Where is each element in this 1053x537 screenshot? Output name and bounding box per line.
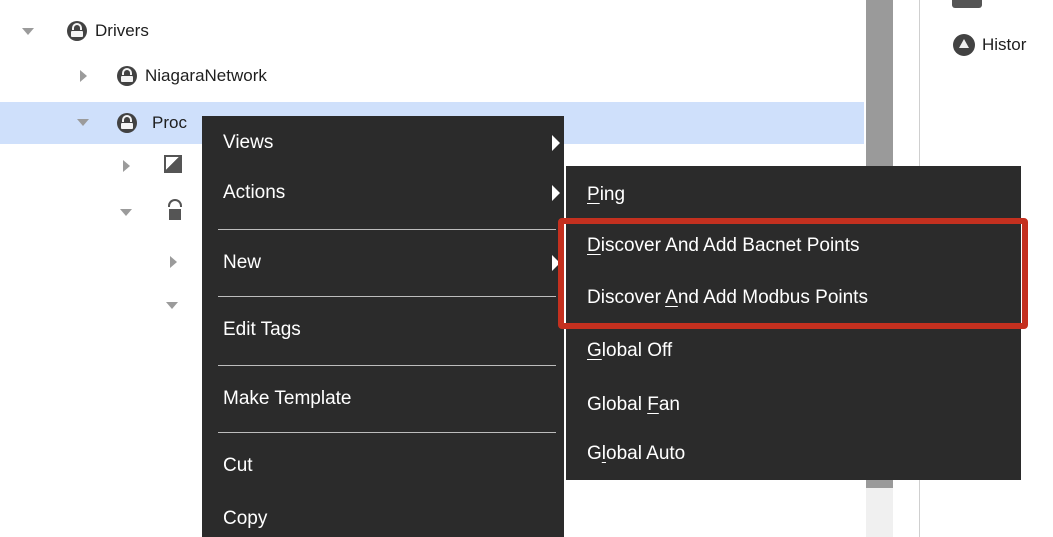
menu-item-new[interactable]: New bbox=[202, 246, 564, 280]
partial-icon bbox=[952, 0, 982, 8]
menu-item-make-template[interactable]: Make Template bbox=[202, 382, 564, 416]
device-icon bbox=[164, 155, 182, 173]
tree-row-network[interactable] bbox=[0, 195, 200, 229]
tree-label-drivers: Drivers bbox=[95, 21, 149, 40]
submenu-arrow-icon bbox=[552, 135, 560, 151]
chevron-right-icon[interactable] bbox=[123, 160, 130, 172]
action-label: ing bbox=[599, 184, 626, 205]
menu-item-copy[interactable]: Copy bbox=[202, 502, 564, 536]
action-label: Global bbox=[587, 394, 648, 415]
menu-item-views[interactable]: Views bbox=[202, 126, 564, 160]
history-label: Histor bbox=[982, 35, 1027, 54]
menu-item-label: Actions bbox=[223, 182, 286, 203]
menu-item-label: Cut bbox=[223, 455, 253, 476]
action-global-fan[interactable]: Global Fan bbox=[566, 388, 1021, 422]
chevron-down-icon[interactable] bbox=[166, 302, 178, 309]
submenu-arrow-icon bbox=[552, 185, 560, 201]
action-label: G bbox=[587, 443, 602, 464]
history-item[interactable]: Histor bbox=[920, 28, 1053, 62]
mnemonic: G bbox=[587, 340, 602, 361]
driver-icon bbox=[117, 66, 137, 86]
menu-item-label: Views bbox=[223, 132, 274, 153]
tree-row-child[interactable] bbox=[0, 245, 200, 279]
menu-separator bbox=[218, 432, 556, 433]
menu-item-label: Make Template bbox=[223, 388, 352, 409]
tree-row-drivers[interactable]: Drivers bbox=[0, 14, 860, 48]
menu-item-label: Copy bbox=[223, 508, 268, 529]
tree-row-child[interactable] bbox=[0, 290, 200, 324]
menu-item-label: New bbox=[223, 252, 262, 273]
chevron-right-icon[interactable] bbox=[170, 256, 177, 268]
action-global-auto[interactable]: Global Auto bbox=[566, 437, 1021, 471]
history-icon bbox=[953, 34, 975, 56]
action-label: an bbox=[658, 394, 680, 415]
action-ping[interactable]: Ping bbox=[566, 178, 1021, 212]
tree-label-niagara-network: NiagaraNetwork bbox=[145, 66, 267, 85]
menu-separator bbox=[218, 229, 556, 230]
menu-item-actions[interactable]: Actions bbox=[202, 176, 564, 210]
action-label: lobal Off bbox=[601, 340, 673, 361]
menu-item-cut[interactable]: Cut bbox=[202, 449, 564, 483]
menu-item-edit-tags[interactable]: Edit Tags bbox=[202, 313, 564, 347]
highlight-box bbox=[558, 218, 1028, 329]
chevron-right-icon[interactable] bbox=[80, 70, 87, 82]
chevron-down-icon[interactable] bbox=[120, 209, 132, 216]
action-global-off[interactable]: Global Off bbox=[566, 334, 1021, 368]
driver-icon bbox=[117, 113, 137, 133]
menu-item-label: Edit Tags bbox=[223, 319, 301, 340]
chevron-down-icon[interactable] bbox=[77, 119, 89, 126]
tree-label-selected: Proc bbox=[152, 113, 187, 132]
mnemonic: P bbox=[587, 184, 600, 205]
antenna-icon bbox=[166, 199, 184, 221]
tree-row-niagara-network[interactable]: NiagaraNetwork bbox=[0, 59, 860, 93]
chevron-down-icon[interactable] bbox=[22, 28, 34, 35]
mnemonic: F bbox=[647, 394, 659, 415]
tree-row-device[interactable] bbox=[0, 149, 200, 183]
menu-separator bbox=[218, 365, 556, 366]
driver-icon bbox=[67, 21, 87, 41]
menu-separator bbox=[218, 296, 556, 297]
context-menu: Views Actions New Edit Tags Make Templat… bbox=[202, 116, 564, 537]
action-label: obal Auto bbox=[606, 443, 686, 464]
